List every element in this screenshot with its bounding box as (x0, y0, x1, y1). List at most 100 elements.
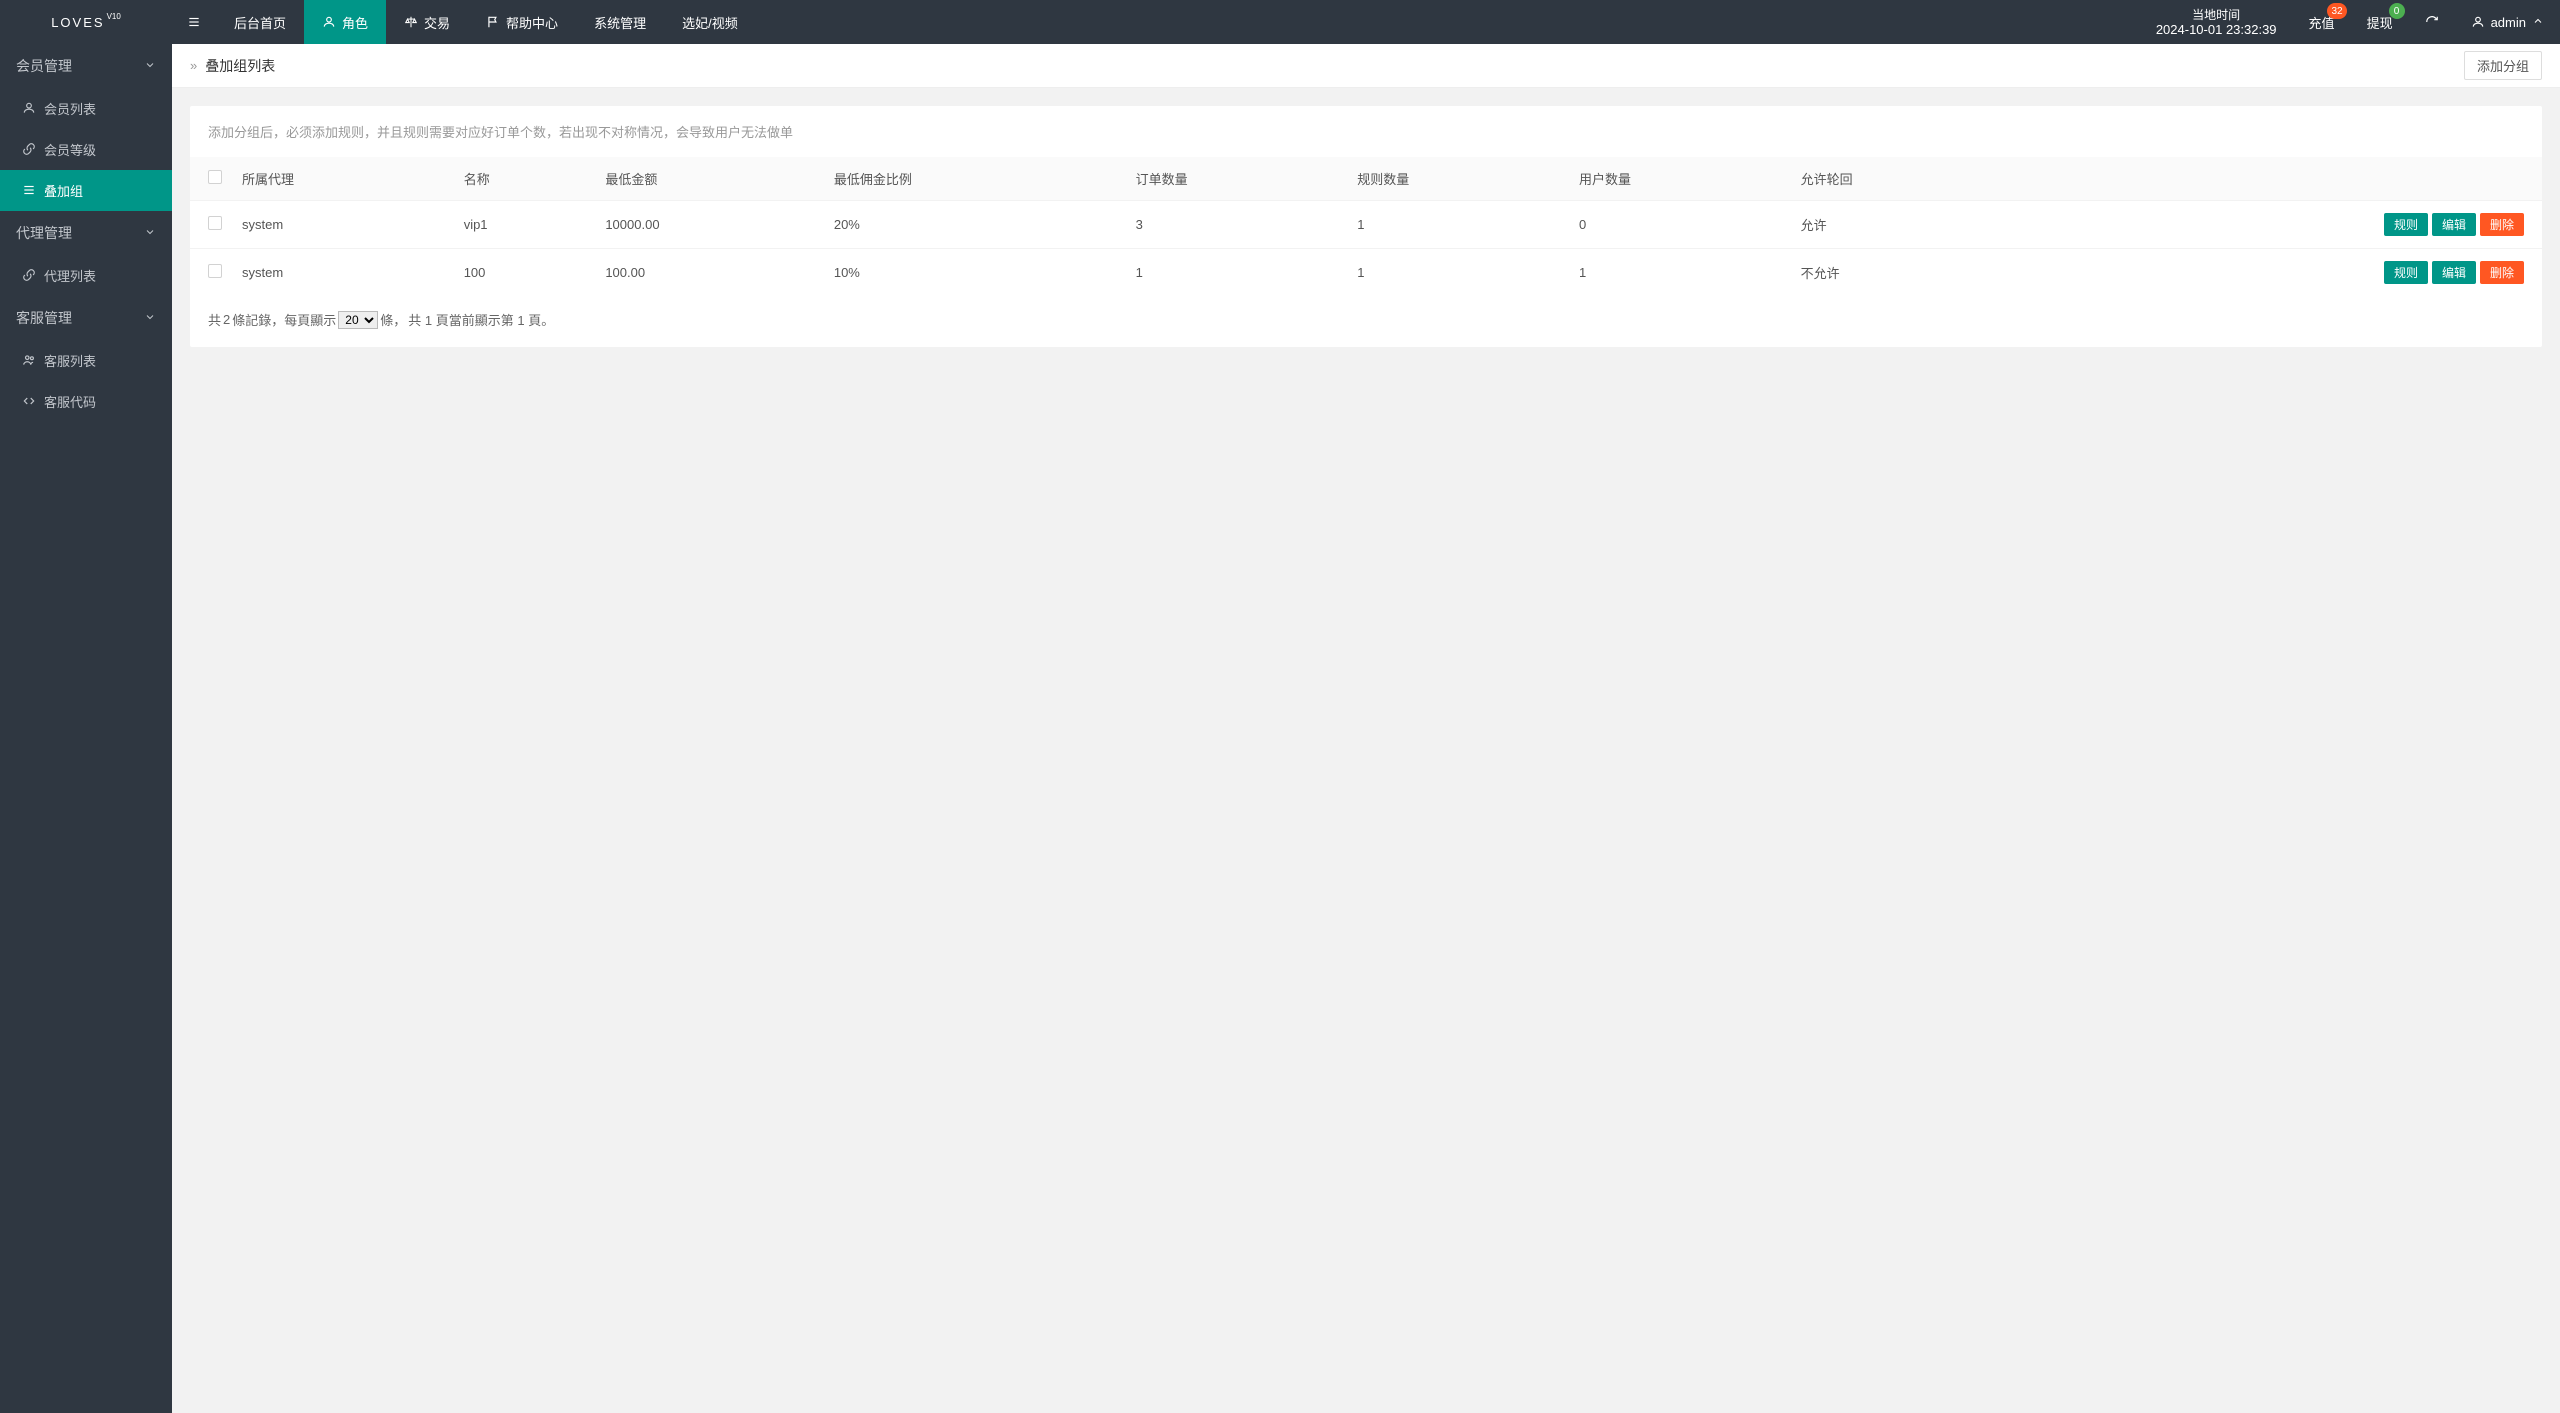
clock: 当地时间 2024-10-01 23:32:39 (2140, 0, 2293, 44)
top-right: 当地时间 2024-10-01 23:32:39 充值 32 提现 0 admi… (2140, 0, 2560, 44)
cell-minamount: 10000.00 (595, 201, 824, 249)
scale-icon (404, 15, 418, 30)
recharge-badge: 32 (2327, 3, 2346, 19)
delete-button[interactable]: 删除 (2480, 261, 2524, 284)
pager-post3: 共 1 頁當前顯示第 1 頁。 (408, 310, 554, 329)
pager-post2: 條， (380, 310, 406, 329)
cell-users: 1 (1569, 249, 1791, 297)
sidebar-item-label: 客服列表 (44, 351, 96, 370)
breadcrumb-sep: » (190, 58, 197, 73)
sidebar-item-member-list[interactable]: 会员列表 (0, 88, 172, 129)
col-rules: 规则数量 (1347, 157, 1569, 201)
pager-pre: 共 (208, 310, 221, 329)
pager-total: 2 (223, 312, 230, 327)
add-group-button[interactable]: 添加分组 (2464, 51, 2542, 80)
brand-name: LOVES (51, 15, 104, 30)
nav-home[interactable]: 后台首页 (216, 0, 304, 44)
sidebar-item-stack-group[interactable]: 叠加组 (0, 170, 172, 211)
nav-video-label: 选妃/视频 (682, 13, 738, 32)
brand-version: V10 (107, 12, 121, 21)
chevron-down-icon (144, 58, 156, 74)
page-size-select[interactable]: 20 (338, 311, 378, 329)
sidebar-item-label: 代理列表 (44, 266, 96, 285)
menu-icon (187, 15, 201, 30)
page-title: 叠加组列表 (205, 56, 275, 76)
cell-minrate: 20% (824, 201, 1126, 249)
users-icon (22, 353, 36, 368)
user-name: admin (2491, 15, 2526, 30)
rule-button[interactable]: 规则 (2384, 213, 2428, 236)
cell-agent: system (232, 201, 454, 249)
user-menu[interactable]: admin (2455, 0, 2560, 44)
col-minrate: 最低佣金比例 (824, 157, 1126, 201)
link-icon (22, 142, 36, 157)
edit-button[interactable]: 编辑 (2432, 213, 2476, 236)
sidebar-group-members[interactable]: 会员管理 (0, 44, 172, 88)
withdraw-label: 提现 (2367, 13, 2393, 32)
col-name: 名称 (454, 157, 596, 201)
sidebar-item-label: 叠加组 (44, 181, 83, 200)
sidebar-group-members-label: 会员管理 (16, 56, 72, 76)
user-icon (2471, 15, 2485, 30)
cell-orders: 1 (1126, 249, 1348, 297)
sidebar-item-agent-list[interactable]: 代理列表 (0, 255, 172, 296)
col-agent: 所属代理 (232, 157, 454, 201)
sidebar-item-support-list[interactable]: 客服列表 (0, 340, 172, 381)
topbar: LOVES V10 后台首页 角色 交易 帮助中心 系统管理 选妃/视频 (0, 0, 2560, 44)
nav-role-label: 角色 (342, 13, 368, 32)
cell-name: 100 (454, 249, 596, 297)
cell-minamount: 100.00 (595, 249, 824, 297)
table-header-row: 所属代理 名称 最低金额 最低佣金比例 订单数量 规则数量 用户数量 允许轮回 (190, 157, 2542, 201)
page-header: » 叠加组列表 添加分组 (172, 44, 2560, 88)
code-icon (22, 394, 36, 409)
hint-text: 添加分组后，必须添加规则，并且规则需要对应好订单个数，若出现不对称情况，会导致用… (190, 122, 2542, 153)
cell-orders: 3 (1126, 201, 1348, 249)
select-all-checkbox[interactable] (208, 170, 222, 184)
card: 添加分组后，必须添加规则，并且规则需要对应好订单个数，若出现不对称情况，会导致用… (190, 106, 2542, 347)
col-minamount: 最低金额 (595, 157, 824, 201)
sidebar-group-agents-label: 代理管理 (16, 223, 72, 243)
sidebar-group-support[interactable]: 客服管理 (0, 296, 172, 340)
pager-post1: 條記錄，每頁顯示 (232, 310, 336, 329)
sidebar-item-label: 会员列表 (44, 99, 96, 118)
row-checkbox[interactable] (208, 264, 222, 278)
sidebar: 会员管理 会员列表 会员等级 叠加组 代理管理 代理列表 客服管理 客服列表 客… (0, 44, 172, 1413)
top-nav: 后台首页 角色 交易 帮助中心 系统管理 选妃/视频 (216, 0, 756, 44)
list-icon (22, 183, 36, 198)
cell-reloop: 不允许 (1791, 249, 2013, 297)
nav-system[interactable]: 系统管理 (576, 0, 664, 44)
withdraw-link[interactable]: 提现 0 (2351, 0, 2409, 44)
sidebar-item-support-code[interactable]: 客服代码 (0, 381, 172, 422)
nav-role[interactable]: 角色 (304, 0, 386, 44)
sidebar-item-label: 会员等级 (44, 140, 96, 159)
cell-agent: system (232, 249, 454, 297)
cell-rules: 1 (1347, 201, 1569, 249)
recharge-link[interactable]: 充值 32 (2293, 0, 2351, 44)
col-reloop: 允许轮回 (1791, 157, 2013, 201)
chevron-up-icon (2532, 15, 2544, 30)
nav-help-label: 帮助中心 (506, 13, 558, 32)
chevron-down-icon (144, 310, 156, 326)
refresh-button[interactable] (2409, 0, 2455, 44)
row-checkbox[interactable] (208, 216, 222, 230)
refresh-icon (2425, 15, 2439, 30)
col-users: 用户数量 (1569, 157, 1791, 201)
flag-icon (486, 15, 500, 30)
edit-button[interactable]: 编辑 (2432, 261, 2476, 284)
rule-button[interactable]: 规则 (2384, 261, 2428, 284)
stack-group-table: 所属代理 名称 最低金额 最低佣金比例 订单数量 规则数量 用户数量 允许轮回 … (190, 157, 2542, 296)
main: » 叠加组列表 添加分组 添加分组后，必须添加规则，并且规则需要对应好订单个数，… (172, 44, 2560, 1413)
nav-trade[interactable]: 交易 (386, 0, 468, 44)
cell-name: vip1 (454, 201, 596, 249)
sidebar-toggle[interactable] (172, 0, 216, 44)
nav-help[interactable]: 帮助中心 (468, 0, 576, 44)
col-orders: 订单数量 (1126, 157, 1348, 201)
user-icon (22, 101, 36, 116)
sidebar-group-agents[interactable]: 代理管理 (0, 211, 172, 255)
sidebar-item-member-level[interactable]: 会员等级 (0, 129, 172, 170)
nav-video[interactable]: 选妃/视频 (664, 0, 756, 44)
delete-button[interactable]: 删除 (2480, 213, 2524, 236)
link-icon (22, 268, 36, 283)
sidebar-group-support-label: 客服管理 (16, 308, 72, 328)
sidebar-item-label: 客服代码 (44, 392, 96, 411)
